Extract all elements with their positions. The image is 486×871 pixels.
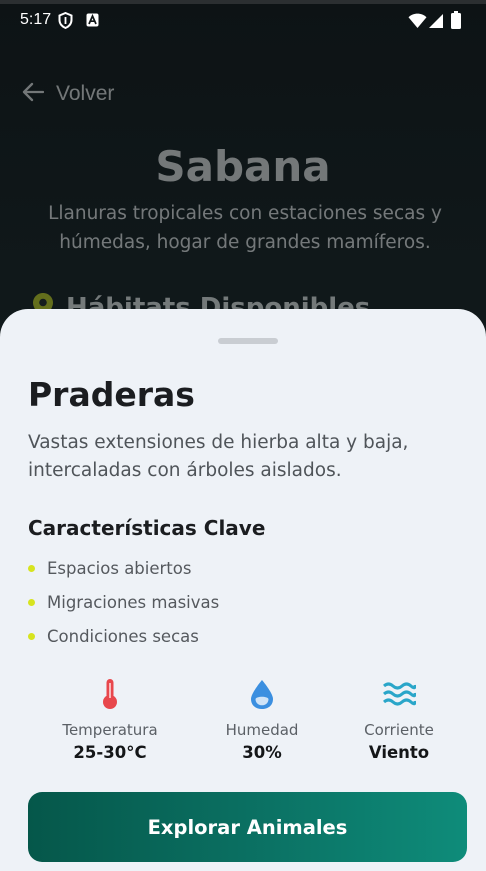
battery-icon bbox=[451, 11, 461, 33]
habitat-description: Vastas extensiones de hierba alta y baja… bbox=[28, 432, 409, 481]
back-label: Volver bbox=[56, 82, 115, 105]
sheet-drag-handle[interactable] bbox=[218, 338, 278, 344]
waves-icon bbox=[324, 677, 474, 711]
bullet-dot bbox=[28, 564, 35, 572]
feature-item: Condiciones secas bbox=[28, 619, 219, 653]
page-subtitle: Llanuras tropicales con estaciones secas… bbox=[48, 203, 442, 253]
bullet-dot bbox=[28, 598, 35, 606]
stat-temperature: Temperatura 25-30°C bbox=[35, 677, 185, 762]
stat-value: 30% bbox=[242, 743, 282, 762]
feature-item: Espacios abiertos bbox=[28, 551, 219, 585]
habitat-bottom-sheet: Praderas Vastas extensiones de hierba al… bbox=[0, 309, 486, 871]
explore-animals-button[interactable]: Explorar Animales bbox=[28, 792, 467, 862]
stat-value: Viento bbox=[368, 743, 430, 762]
top-edge bbox=[0, 0, 486, 4]
feature-label: Migraciones masivas bbox=[47, 592, 220, 612]
bullet-dot bbox=[28, 632, 35, 640]
stat-value: 25-30°C bbox=[73, 743, 147, 762]
arrow-left-icon bbox=[22, 82, 45, 106]
feature-label: Condiciones secas bbox=[47, 626, 199, 646]
wifi-icon bbox=[408, 13, 427, 33]
status-bar: 5:17 bbox=[0, 8, 486, 36]
water-drop-icon bbox=[187, 677, 337, 711]
signal-icon bbox=[428, 13, 444, 33]
stat-label: Temperatura bbox=[62, 721, 158, 739]
notification-a-icon bbox=[86, 12, 99, 31]
stat-label: Corriente bbox=[364, 721, 434, 739]
key-features-list: Espacios abiertos Migraciones masivas Co… bbox=[28, 551, 219, 653]
thermometer-icon bbox=[35, 677, 185, 711]
feature-label: Espacios abiertos bbox=[47, 558, 192, 578]
key-features-title: Características Clave bbox=[28, 516, 266, 540]
status-time: 5:17 bbox=[20, 11, 52, 28]
page-title: Sabana bbox=[155, 142, 331, 191]
stat-humidity: Humedad 30% bbox=[187, 677, 337, 762]
feature-item: Migraciones masivas bbox=[28, 585, 219, 619]
stat-label: Humedad bbox=[225, 721, 299, 739]
shield-icon bbox=[58, 11, 73, 33]
stat-current: Corriente Viento bbox=[324, 677, 474, 762]
back-button[interactable]: Volver bbox=[22, 82, 114, 106]
habitat-title: Praderas bbox=[28, 375, 195, 414]
